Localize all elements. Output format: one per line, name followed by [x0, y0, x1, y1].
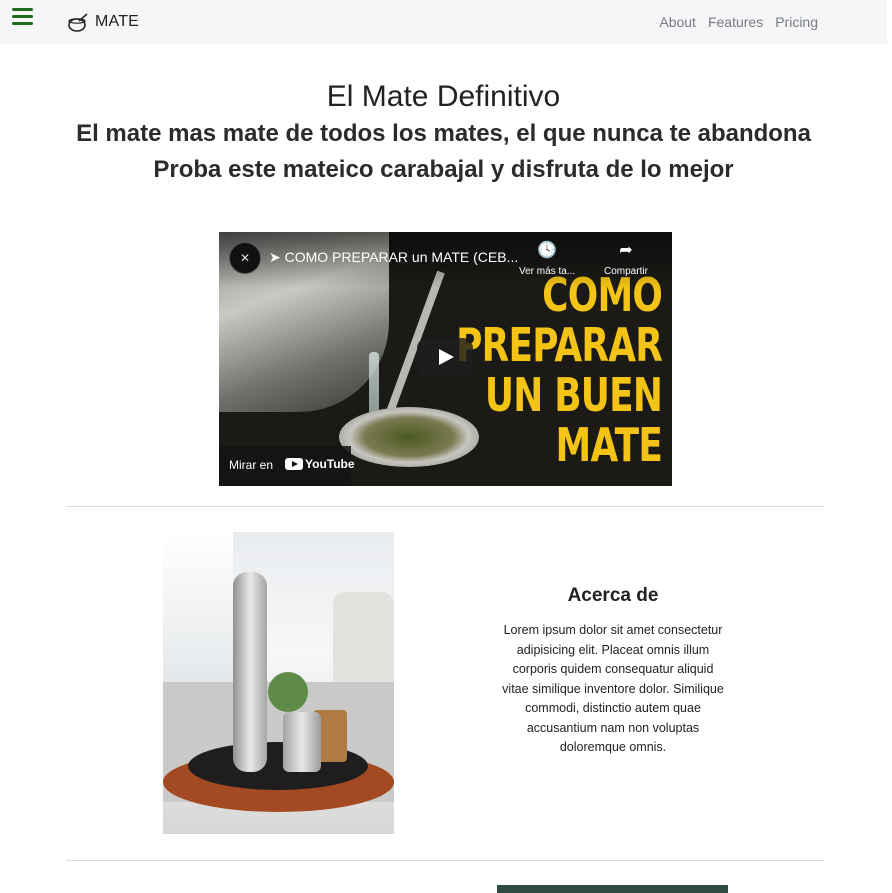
video-title[interactable]: ➤ COMO PREPARAR un MATE (CEB... — [269, 249, 518, 266]
clock-icon: 🕓 — [537, 242, 558, 259]
youtube-logo-icon — [285, 458, 303, 470]
hero-subtitle-1: El mate mas mate de todos los mates, el … — [76, 120, 811, 147]
watch-later-label: Ver más ta... — [519, 266, 576, 277]
brand-link[interactable]: MATE — [67, 11, 139, 33]
menu-icon[interactable] — [12, 8, 33, 26]
share-button[interactable]: ➦ Compartir — [604, 242, 648, 277]
youtube-video-embed[interactable]: COMO PREPARAR UN BUEN MATE ✕ ➤ COMO PREP… — [219, 232, 672, 486]
art-line: MATE — [555, 418, 662, 472]
navbar: MATE About Features Pricing — [0, 0, 887, 44]
share-arrow-icon: ➦ — [619, 242, 633, 259]
share-label: Compartir — [604, 266, 648, 277]
section-divider — [66, 506, 825, 507]
mate-cup-icon — [68, 13, 88, 32]
about-heading: Acerca de — [567, 585, 659, 606]
watch-on-label: Mirar en — [229, 458, 274, 472]
about-body: Lorem ipsum dolor sit amet consectetur a… — [502, 623, 724, 754]
channel-avatar-icon[interactable]: ✕ — [229, 242, 261, 274]
about-section: Acerca de Lorem ipsum dolor sit amet con… — [500, 585, 726, 758]
nav-link-pricing[interactable]: Pricing — [775, 14, 818, 30]
nav-links: About Features Pricing — [647, 14, 818, 30]
art-line: UN BUEN — [484, 368, 663, 422]
about-image — [163, 532, 394, 834]
section-divider — [66, 860, 825, 861]
brand-name: MATE — [95, 13, 140, 30]
youtube-wordmark: YouTube — [305, 457, 355, 471]
nav-link-about[interactable]: About — [659, 14, 696, 30]
nav-link-features[interactable]: Features — [708, 14, 763, 30]
hero: El Mate Definitivo El mate mas mate de t… — [0, 78, 887, 188]
watch-later-button[interactable]: 🕓 Ver más ta... — [519, 242, 575, 277]
features-image — [497, 885, 728, 893]
art-line: PREPARAR — [456, 318, 663, 372]
video-thumbnail-text: COMO PREPARAR UN BUEN MATE — [456, 270, 663, 472]
page-title: El Mate Definitivo — [326, 80, 561, 113]
play-button-icon[interactable] — [417, 338, 473, 376]
watch-on-youtube-button[interactable]: Mirar en YouTube — [219, 446, 355, 486]
hero-subtitle-2: Proba este mateico carabajal y disfruta … — [153, 156, 734, 183]
